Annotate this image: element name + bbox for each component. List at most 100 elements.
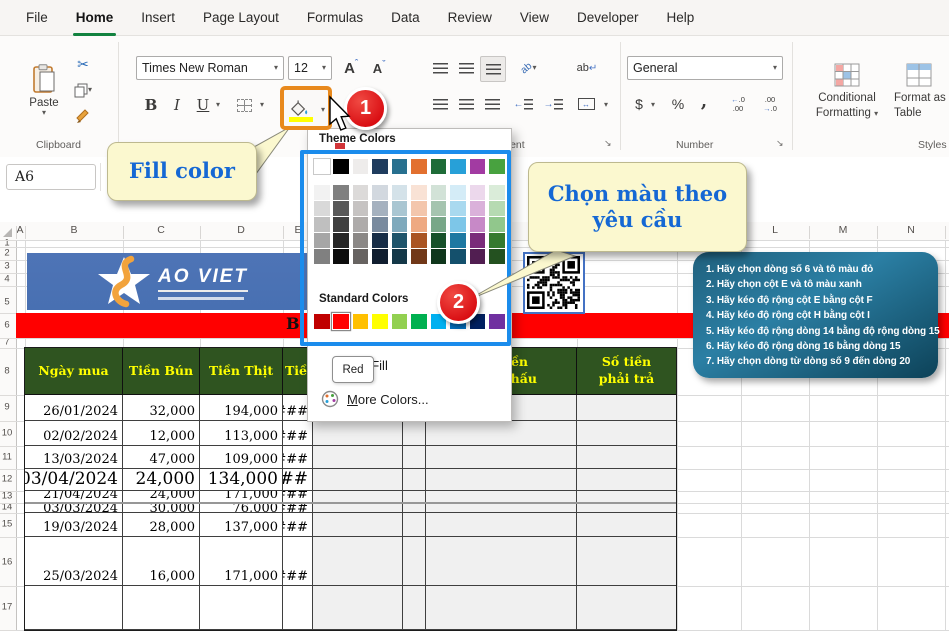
theme-tint-swatch-0-3[interactable] (314, 233, 330, 248)
cell-r11-bun[interactable]: 47,000 (123, 446, 200, 469)
tab-data[interactable]: Data (377, 0, 434, 36)
theme-tint-swatch-5-3[interactable] (411, 233, 427, 248)
cell-r11-h[interactable] (426, 446, 577, 469)
theme-tint-swatch-8-0[interactable] (470, 185, 486, 200)
cell-r17-f[interactable] (313, 586, 403, 630)
cell-r10-h[interactable] (426, 421, 577, 446)
cell-r17-g[interactable] (403, 586, 426, 630)
cell-r16-i[interactable] (577, 537, 677, 586)
cell-r11-g[interactable] (403, 446, 426, 469)
theme-tint-swatch-3-3[interactable] (372, 233, 388, 248)
theme-tint-swatch-8-3[interactable] (470, 233, 486, 248)
column-header-A[interactable]: A (16, 224, 23, 236)
percent-style-button[interactable]: % (666, 92, 690, 116)
cell-r11-ov[interactable]: ### (283, 446, 313, 469)
theme-tint-swatch-3-0[interactable] (372, 185, 388, 200)
cut-button[interactable]: ✂ (72, 54, 94, 74)
cell-r10-g[interactable] (403, 421, 426, 446)
theme-tint-swatch-0-0[interactable] (314, 185, 330, 200)
tab-developer[interactable]: Developer (563, 0, 653, 36)
increase-decimal-button[interactable]: ←.0.00 (724, 92, 752, 116)
align-bottom-button[interactable] (480, 56, 506, 82)
theme-tint-swatch-6-2[interactable] (431, 217, 447, 232)
row-header-12[interactable]: 12 (0, 474, 14, 485)
theme-tint-swatch-2-0[interactable] (353, 185, 369, 200)
cell-r9-i[interactable] (577, 395, 677, 421)
theme-tint-swatch-7-3[interactable] (450, 233, 466, 248)
theme-color-swatch-5[interactable] (411, 159, 427, 174)
theme-tint-swatch-9-2[interactable] (489, 217, 505, 232)
align-center-button[interactable] (454, 92, 478, 116)
column-header-N[interactable]: N (907, 224, 915, 236)
wrap-text-button[interactable]: ab↵ (572, 56, 602, 80)
theme-color-swatch-0[interactable] (314, 159, 330, 174)
row-header-10[interactable]: 10 (0, 428, 14, 439)
theme-tint-swatch-6-0[interactable] (431, 185, 447, 200)
cell-r15-date[interactable]: 19/03/2024 (25, 513, 123, 537)
cell-r12-thit[interactable]: 134,000 (200, 469, 283, 491)
tab-formulas[interactable]: Formulas (293, 0, 377, 36)
row-header-17[interactable]: 17 (0, 602, 14, 613)
cell-r14-g[interactable] (403, 503, 426, 513)
select-all-corner[interactable] (3, 228, 12, 237)
number-dialog-launcher[interactable]: ↘ (776, 138, 784, 149)
cell-r16-h[interactable] (426, 537, 577, 586)
underline-caret[interactable]: ▾ (212, 96, 224, 114)
font-color-partial[interactable] (335, 143, 345, 149)
standard-color-swatch-3[interactable] (372, 314, 388, 329)
theme-tint-swatch-9-0[interactable] (489, 185, 505, 200)
cell-r17-ov[interactable] (283, 586, 313, 630)
theme-tint-swatch-7-2[interactable] (450, 217, 466, 232)
table-header-bun[interactable]: Tiền Bún (123, 348, 200, 395)
row-header-11[interactable]: 11 (0, 452, 14, 463)
cell-r14-ov[interactable]: ### (283, 503, 313, 513)
cell-r15-thit[interactable]: 137,000 (200, 513, 283, 537)
decrease-indent-button[interactable]: ← (510, 92, 536, 116)
row-header-4[interactable]: 4 (0, 274, 14, 285)
cell-r17-h[interactable] (426, 586, 577, 630)
cell-r12-bun[interactable]: 24,000 (123, 469, 200, 491)
standard-color-swatch-4[interactable] (392, 314, 408, 329)
cell-r16-date[interactable]: 25/03/2024 (25, 537, 123, 586)
alignment-dialog-launcher[interactable]: ↘ (604, 138, 612, 149)
cell-r15-f[interactable] (313, 513, 403, 537)
theme-tint-swatch-1-2[interactable] (333, 217, 349, 232)
cell-r12-h[interactable] (426, 469, 577, 491)
cell-r11-thit[interactable]: 109,000 (200, 446, 283, 469)
tab-review[interactable]: Review (434, 0, 506, 36)
borders-caret[interactable]: ▾ (256, 96, 268, 114)
shrink-font-button[interactable]: Aˇ (366, 56, 392, 80)
copy-button[interactable]: ▾ (72, 80, 94, 100)
column-header-M[interactable]: M (839, 224, 848, 236)
merge-caret[interactable]: ▾ (600, 96, 612, 114)
row-header-6[interactable]: 6 (0, 320, 14, 331)
row-header-2[interactable]: 2 (0, 248, 14, 259)
cell-r10-bun[interactable]: 12,000 (123, 421, 200, 446)
column-header-L[interactable]: L (772, 224, 778, 236)
column-header-C[interactable]: C (157, 224, 165, 236)
cell-r9-thit[interactable]: 194,000 (200, 395, 283, 421)
theme-tint-swatch-1-4[interactable] (333, 249, 349, 264)
cell-r16-g[interactable] (403, 537, 426, 586)
theme-tint-swatch-1-1[interactable] (333, 201, 349, 216)
cell-r16-f[interactable] (313, 537, 403, 586)
cell-r15-ov[interactable]: ### (283, 513, 313, 537)
row-header-15[interactable]: 15 (0, 519, 14, 530)
table-header-i[interactable]: Số tiềnphải trả (577, 348, 677, 395)
row-header-13[interactable]: 13 (0, 491, 14, 502)
theme-tint-swatch-9-4[interactable] (489, 249, 505, 264)
theme-tint-swatch-9-3[interactable] (489, 233, 505, 248)
underline-button[interactable]: U (192, 92, 214, 118)
theme-tint-swatch-8-1[interactable] (470, 201, 486, 216)
theme-tint-swatch-5-2[interactable] (411, 217, 427, 232)
cell-r17-bun[interactable] (123, 586, 200, 630)
theme-color-swatch-8[interactable] (470, 159, 486, 174)
column-header-E[interactable]: E (294, 224, 301, 236)
tab-file[interactable]: File (12, 0, 62, 36)
cell-r15-bun[interactable]: 28,000 (123, 513, 200, 537)
cell-r12-i[interactable] (577, 469, 677, 491)
grow-font-button[interactable]: Aˆ (338, 56, 364, 80)
align-middle-button[interactable] (454, 56, 478, 80)
accounting-caret[interactable]: ▾ (648, 96, 658, 114)
paste-button[interactable]: Paste ▾ (22, 52, 66, 128)
